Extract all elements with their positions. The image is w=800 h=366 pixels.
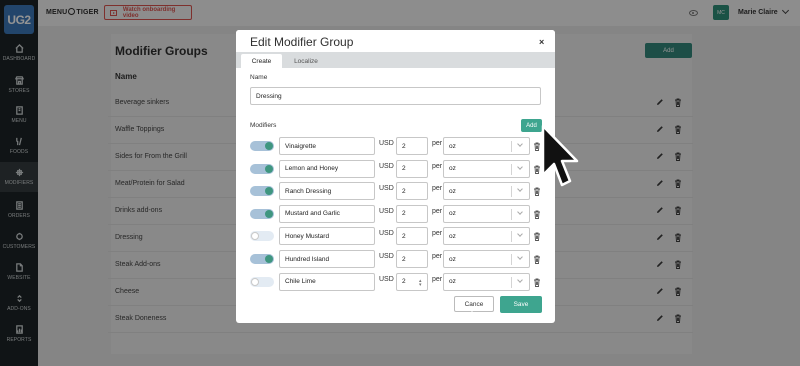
- modifier-enabled-toggle[interactable]: [250, 208, 274, 219]
- unit-select[interactable]: oz: [443, 272, 530, 291]
- modifier-enabled-toggle[interactable]: [250, 276, 274, 287]
- modifier-enabled-toggle[interactable]: [250, 163, 274, 174]
- group-name-input[interactable]: Dressing: [250, 87, 541, 105]
- unit-select[interactable]: oz: [443, 137, 530, 155]
- modifier-name-input[interactable]: Mustard and Garlic: [279, 204, 375, 223]
- select-divider: [511, 208, 512, 220]
- select-divider: [511, 163, 512, 175]
- unit-select[interactable]: oz: [443, 250, 530, 268]
- modifier-price-input[interactable]: 2: [396, 204, 428, 223]
- modifier-price-input[interactable]: 2: [396, 137, 428, 155]
- add-modifier-button[interactable]: Add: [521, 119, 542, 132]
- select-divider: [511, 141, 512, 152]
- edit-modifier-group-dialog: Edit Modifier Group × Create Localize Na…: [236, 30, 555, 323]
- trash-icon[interactable]: [533, 255, 541, 264]
- modifier-price-input[interactable]: 2: [396, 159, 428, 178]
- price-value: 2: [402, 142, 406, 150]
- select-divider: [511, 254, 512, 265]
- unit-value: oz: [449, 255, 456, 263]
- price-value: 2: [402, 232, 406, 240]
- unit-select[interactable]: oz: [443, 204, 530, 223]
- modal-title: Edit Modifier Group: [250, 35, 354, 49]
- unit-value: oz: [449, 165, 456, 173]
- modifier-enabled-toggle[interactable]: [250, 141, 274, 151]
- modifier-name-input[interactable]: Honey Mustard: [279, 227, 375, 246]
- cancel-button[interactable]: Cance: [454, 296, 494, 312]
- unit-value: oz: [449, 142, 456, 150]
- select-divider: [511, 231, 512, 243]
- chevron-down-icon: [517, 141, 523, 147]
- per-label: per: [432, 207, 443, 215]
- unit-select[interactable]: oz: [443, 159, 530, 178]
- per-label: per: [432, 185, 443, 193]
- toggle-knob: [265, 164, 273, 173]
- modifier-enabled-toggle[interactable]: [250, 186, 274, 197]
- select-divider: [511, 186, 512, 198]
- per-label: per: [432, 230, 443, 238]
- unit-value: oz: [449, 210, 456, 218]
- chevron-down-icon: [517, 254, 523, 260]
- chevron-down-icon: [517, 208, 523, 215]
- name-label: Name: [250, 74, 268, 81]
- chevron-down-icon: [517, 231, 523, 238]
- toggle-knob: [265, 209, 273, 218]
- currency-label: USD: [379, 253, 394, 260]
- toggle-knob: [251, 277, 259, 286]
- tab-localize[interactable]: Localize: [284, 54, 328, 68]
- per-label: per: [432, 275, 443, 283]
- trash-icon[interactable]: [533, 232, 541, 242]
- modifier-price-input[interactable]: 2 ▴ ▾: [396, 272, 428, 291]
- per-label: per: [432, 162, 443, 170]
- price-value: 2: [402, 187, 406, 195]
- toggle-knob: [265, 187, 273, 196]
- modifier-name-input[interactable]: Hundred Island: [279, 250, 375, 268]
- currency-label: USD: [379, 207, 394, 215]
- unit-select[interactable]: oz: [443, 227, 530, 246]
- save-button[interactable]: Save: [500, 296, 542, 313]
- modifier-enabled-toggle[interactable]: [250, 254, 274, 264]
- modal-header: Edit Modifier Group ×: [236, 30, 555, 52]
- modifiers-label: Modifiers: [250, 122, 277, 129]
- tab-create[interactable]: Create: [241, 54, 282, 68]
- modifier-name-input[interactable]: Chile Lime: [279, 272, 375, 291]
- select-divider: [511, 276, 512, 288]
- stepper-arrows-icon[interactable]: ▴ ▾: [419, 278, 422, 287]
- text-cursor-icon: [471, 309, 473, 317]
- modifier-price-input[interactable]: 2: [396, 182, 428, 201]
- chevron-down-icon: [517, 163, 523, 170]
- currency-label: USD: [379, 140, 394, 147]
- currency-label: USD: [379, 230, 394, 238]
- modifier-enabled-toggle[interactable]: [250, 231, 274, 242]
- mouse-pointer-icon: [541, 124, 579, 187]
- modifier-name-input[interactable]: Lemon and Honey: [279, 159, 375, 178]
- price-value: 2: [402, 278, 406, 286]
- currency-label: USD: [379, 275, 394, 283]
- modifier-name-input[interactable]: Vinaigrette: [279, 137, 375, 155]
- chevron-down-icon: [517, 276, 523, 283]
- price-value: 2: [402, 165, 406, 173]
- modifier-price-input[interactable]: 2: [396, 227, 428, 246]
- modifier-price-input[interactable]: 2: [396, 250, 428, 268]
- unit-select[interactable]: oz: [443, 182, 530, 201]
- trash-icon[interactable]: [533, 278, 541, 287]
- currency-label: USD: [379, 185, 394, 193]
- price-value: 2: [402, 255, 406, 263]
- close-icon[interactable]: ×: [539, 37, 544, 47]
- modal-tabs: Create Localize: [236, 52, 555, 68]
- chevron-down-icon: [517, 186, 523, 193]
- modifier-name-input[interactable]: Ranch Dressing: [279, 182, 375, 201]
- price-value: 2: [402, 210, 406, 218]
- unit-value: oz: [449, 232, 456, 240]
- unit-value: oz: [449, 187, 456, 195]
- unit-value: oz: [449, 278, 456, 286]
- toggle-knob: [251, 232, 259, 241]
- trash-icon[interactable]: [533, 210, 541, 219]
- currency-label: USD: [379, 162, 394, 170]
- toggle-knob: [265, 255, 273, 263]
- per-label: per: [432, 140, 443, 147]
- per-label: per: [432, 253, 443, 260]
- toggle-knob: [265, 142, 273, 150]
